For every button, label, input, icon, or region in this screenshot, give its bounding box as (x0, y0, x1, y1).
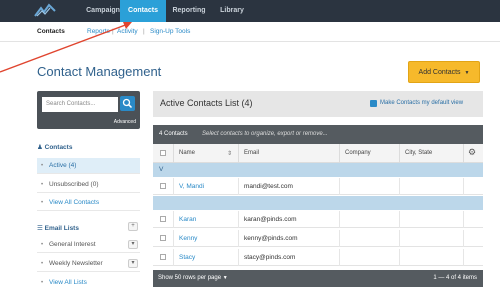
dropdown-caret-icon[interactable]: ▾ (128, 240, 138, 249)
table-row[interactable]: V, Mandi mandi@test.com (153, 178, 483, 195)
pagination-info: 1 — 4 of 4 items (433, 275, 477, 281)
column-name[interactable]: Name (179, 150, 195, 156)
nav-library[interactable]: Library (212, 0, 252, 22)
contacts-heading: ♟ Contacts (37, 144, 73, 151)
search-panel: Search Contacts... Advanced (37, 91, 140, 129)
dropdown-caret-icon: ▼ (464, 70, 470, 76)
add-contacts-label: Add Contacts (418, 69, 461, 76)
sidebar-item-view-all-contacts[interactable]: • View All Contacts (37, 195, 140, 211)
column-divider (173, 230, 174, 247)
column-divider (173, 211, 174, 228)
table-row[interactable]: Kenny kenny@pinds.com (153, 230, 483, 247)
subnav-separator: | (143, 28, 145, 35)
page-title: Contact Management (37, 64, 162, 79)
gear-icon[interactable]: ⚙ (468, 147, 476, 158)
column-divider (173, 144, 174, 163)
bullet-icon: • (41, 163, 44, 169)
add-contacts-button[interactable]: Add Contacts ▼ (408, 61, 480, 83)
sidebar-item-weekly-newsletter[interactable]: • Weekly Newsletter ▾ (37, 256, 140, 272)
group-header-empty (153, 196, 483, 210)
list-icon: ☰ (37, 225, 43, 232)
contact-name-link[interactable]: V, Mandi (179, 183, 204, 190)
bullet-icon: • (41, 261, 44, 267)
bullet-icon: • (41, 242, 44, 248)
bullet-icon: • (41, 200, 44, 206)
contact-email: mandi@test.com (244, 183, 293, 190)
column-divider (339, 211, 340, 228)
select-all-checkbox[interactable] (160, 150, 166, 156)
contact-name-link[interactable]: Karan (179, 216, 196, 223)
column-divider (339, 230, 340, 247)
table-row[interactable]: Stacy stacy@pinds.com (153, 249, 483, 266)
sort-icon[interactable]: ⇕ (227, 150, 232, 157)
bullet-icon: • (41, 182, 44, 188)
list-header: Active Contacts List (4) Make Contacts m… (153, 91, 483, 117)
column-divider (399, 211, 400, 228)
column-divider (238, 144, 239, 163)
column-divider (463, 178, 464, 195)
contact-name-link[interactable]: Stacy (179, 254, 195, 261)
subnav-signup-tools[interactable]: Sign-Up Tools (150, 28, 190, 35)
table-header: Name ⇕ Email Company City, State ⚙ (153, 144, 483, 163)
column-divider (339, 249, 340, 266)
row-checkbox[interactable] (160, 235, 166, 241)
contact-name-link[interactable]: Kenny (179, 235, 197, 242)
search-icon (122, 98, 133, 109)
rows-per-page-select[interactable]: Show 50 rows per page ▼ (158, 275, 228, 281)
dropdown-caret-icon[interactable]: ▾ (128, 259, 138, 268)
default-view-checkbox[interactable] (370, 100, 377, 107)
nav-reporting[interactable]: Reporting (166, 0, 212, 22)
column-divider (399, 249, 400, 266)
group-header-v: V (153, 163, 483, 177)
column-divider (238, 249, 239, 266)
row-checkbox[interactable] (160, 216, 166, 222)
column-divider (339, 178, 340, 195)
search-button[interactable] (120, 96, 135, 111)
table-row[interactable]: Karan karan@pinds.com (153, 211, 483, 228)
contact-count: 4 Contacts (159, 131, 188, 137)
sidebar-item-active[interactable]: • Active (4) (37, 158, 140, 174)
table-footer: Show 50 rows per page ▼ 1 — 4 of 4 items (153, 270, 483, 287)
sidebar-item-view-all-lists[interactable]: • View All Lists (37, 275, 140, 291)
column-company[interactable]: Company (345, 150, 371, 156)
plus-icon[interactable]: + (128, 222, 138, 231)
column-divider (463, 144, 464, 163)
column-divider (238, 178, 239, 195)
row-checkbox[interactable] (160, 183, 166, 189)
row-checkbox[interactable] (160, 254, 166, 260)
advanced-search-link[interactable]: Advanced (114, 119, 136, 125)
toolbar-hint: Select contacts to organize, export or r… (202, 131, 328, 137)
contact-email: kenny@pinds.com (244, 235, 298, 242)
column-divider (463, 230, 464, 247)
dropdown-caret-icon: ▼ (222, 275, 228, 281)
search-input[interactable]: Search Contacts... (42, 97, 118, 112)
column-divider (463, 211, 464, 228)
bullet-icon: • (41, 280, 44, 286)
list-title: Active Contacts List (4) (160, 98, 253, 108)
column-divider (463, 249, 464, 266)
sidebar-item-general-interest[interactable]: • General Interest ▾ (37, 237, 140, 253)
column-divider (173, 249, 174, 266)
column-divider (339, 144, 340, 163)
column-divider (399, 230, 400, 247)
email-lists-heading: ☰ Email Lists (37, 225, 79, 232)
column-city-state[interactable]: City, State (405, 150, 432, 156)
column-divider (399, 178, 400, 195)
column-divider (238, 230, 239, 247)
table-toolbar: 4 Contacts Select contacts to organize, … (153, 125, 483, 144)
contact-email: karan@pinds.com (244, 216, 297, 223)
column-email[interactable]: Email (244, 150, 259, 156)
column-divider (238, 211, 239, 228)
column-divider (399, 144, 400, 163)
column-divider (173, 178, 174, 195)
default-view-label[interactable]: Make Contacts my default view (380, 100, 463, 106)
contact-email: stacy@pinds.com (244, 254, 296, 261)
sidebar-item-unsubscribed[interactable]: • Unsubscribed (0) (37, 177, 140, 193)
contacts-group-icon: ♟ (37, 144, 43, 151)
